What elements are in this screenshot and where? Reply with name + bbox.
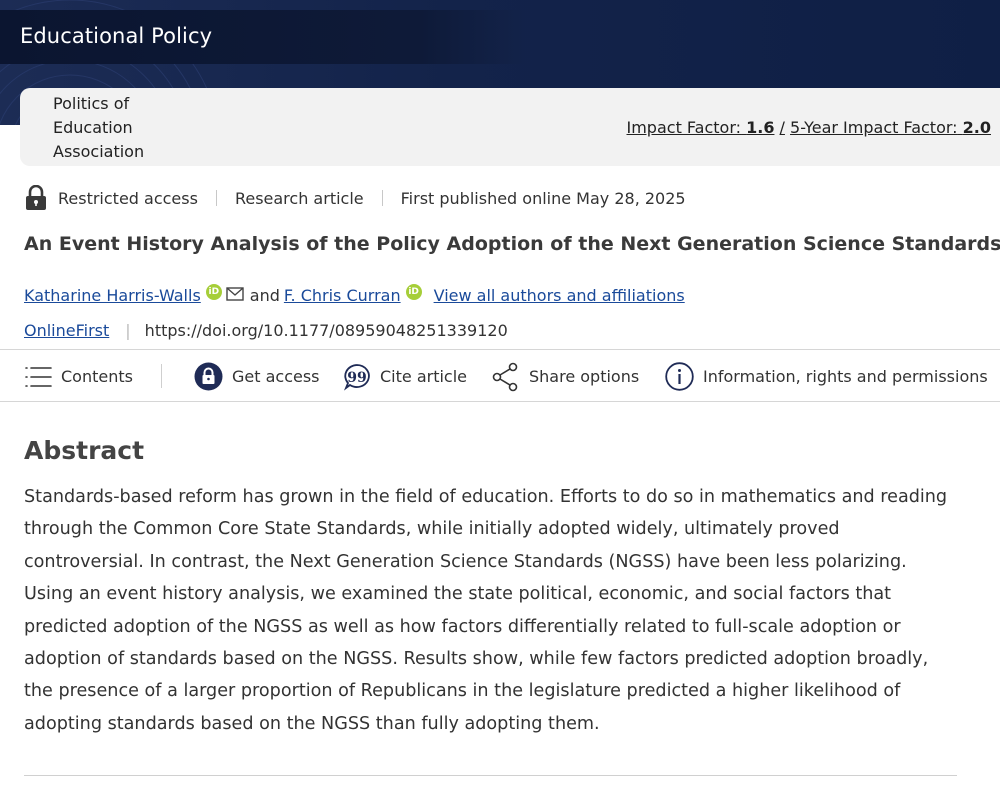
impact-separator: / [779, 118, 785, 137]
orcid-icon[interactable]: iD [405, 284, 422, 300]
abstract-heading: Abstract [24, 436, 145, 465]
impact-factor-value: 1.6 [746, 118, 775, 137]
quote-icon: 99 [343, 363, 370, 391]
lock-circle-icon [194, 362, 223, 391]
abstract-text: Standards-based reform has grown in the … [24, 487, 948, 734]
impact-factor: Impact Factor: 1.6 / 5-Year Impact Facto… [627, 118, 992, 137]
information-button[interactable]: Information, rights and permissions [665, 350, 988, 403]
section-divider [24, 775, 957, 776]
mail-icon[interactable] [226, 287, 244, 301]
share-label: Share options [529, 367, 640, 386]
share-icon [492, 362, 518, 391]
author-link-harris-walls[interactable]: Katharine Harris-Walls [24, 286, 201, 305]
author-link-curran[interactable]: F. Chris Curran [284, 286, 401, 305]
svg-text:99: 99 [347, 370, 366, 386]
five-year-value: 2.0 [962, 118, 991, 137]
doi-text[interactable]: https://doi.org/10.1177/0895904825133912… [145, 321, 508, 340]
impact-factor-link[interactable]: Impact Factor: 1.6 [627, 118, 775, 137]
five-year-label: 5-Year Impact Factor: [790, 118, 958, 137]
association-name: Politics of Education Association [53, 94, 145, 161]
menu-icon [25, 366, 52, 387]
toolbar-divider [161, 364, 162, 388]
article-type: Research article [234, 188, 364, 208]
cite-label: Cite article [380, 367, 468, 386]
cite-article-button[interactable]: 99 Cite article [343, 350, 467, 403]
access-status: Restricted access [58, 188, 198, 208]
five-year-impact-link[interactable]: 5-Year Impact Factor: 2.0 [790, 118, 991, 137]
contents-button[interactable]: Contents [24, 350, 133, 403]
divider [381, 190, 383, 206]
impact-factor-label: Impact Factor: [626, 118, 742, 137]
view-all-authors-link[interactable]: View all authors and affiliations [434, 286, 685, 305]
journal-name[interactable]: Educational Policy [20, 24, 212, 48]
journal-info-card: Politics of Education Association Impact… [20, 88, 1000, 166]
online-first-link[interactable]: OnlineFirst [24, 321, 109, 340]
orcid-icon[interactable]: iD [205, 284, 222, 300]
doi-row: OnlineFirst | https://doi.org/10.1177/08… [24, 318, 508, 342]
author-list: Katharine Harris-Walls iD and F. Chris C… [24, 283, 685, 307]
article-title: An Event History Analysis of the Policy … [24, 233, 1000, 255]
divider: | [125, 320, 131, 340]
lock-icon [26, 185, 46, 210]
share-options-button[interactable]: Share options [491, 350, 639, 403]
info-icon [665, 362, 694, 391]
get-access-label: Get access [232, 367, 320, 386]
article-meta: Restricted access Research article First… [24, 184, 686, 212]
divider [215, 190, 217, 206]
published-date: First published online May 28, 2025 [400, 188, 686, 208]
info-label: Information, rights and permissions [703, 367, 988, 386]
get-access-button[interactable]: Get access [194, 350, 320, 403]
author-conjunction: and [249, 285, 280, 305]
article-toolbar: Contents Get access 99 Cite article Shar… [0, 349, 1000, 402]
contents-label: Contents [61, 367, 133, 386]
